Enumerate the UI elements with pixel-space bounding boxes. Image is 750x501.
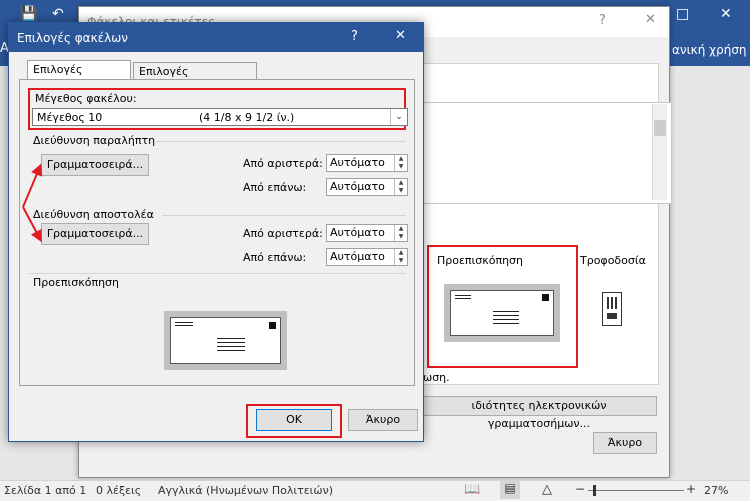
- zoom-in-icon[interactable]: +: [686, 482, 696, 496]
- status-bar: Σελίδα 1 από 1 0 λέξεις Αγγλικά (Ηνωμένω…: [0, 480, 750, 501]
- tab-panel: Μέγεθος φακέλου: Μέγεθος 10 (4 1/8 x 9 1…: [19, 79, 415, 386]
- sender-left-label: Από αριστερά:: [243, 227, 323, 240]
- recipient-top-value: Αυτόματο: [330, 180, 385, 193]
- status-words[interactable]: 0 λέξεις: [96, 484, 141, 497]
- envelope-options-dialog: Επιλογές φακέλων ? ✕ Επιλογές φακέλου Επ…: [8, 22, 424, 442]
- delivery-scrollbar[interactable]: [652, 104, 667, 200]
- feed-icon[interactable]: [602, 292, 622, 326]
- eproperties-button[interactable]: ιδιότητες ηλεκτρονικών γραμματοσήμων...: [421, 396, 657, 430]
- web-layout-icon[interactable]: △: [542, 482, 552, 497]
- back-feed-label: Τροφοδοσία: [580, 254, 646, 267]
- preview-separator-top: [28, 273, 406, 274]
- delivery-address-box[interactable]: [422, 102, 672, 204]
- save-icon[interactable]: 💾: [20, 6, 37, 22]
- back-close-icon[interactable]: ✕: [645, 12, 656, 27]
- sender-top-value: Αυτόματο: [330, 250, 385, 263]
- recipient-top-label: Από επάνω:: [243, 181, 307, 194]
- back-preview-frame[interactable]: [444, 284, 560, 342]
- recipient-font-button[interactable]: Γραμματοσειρά...: [41, 154, 149, 176]
- envelope-size-dims: (4 1/8 x 9 1/2 ίν.): [199, 111, 295, 124]
- sender-left-spinner[interactable]: Αυτόματο ▲ ▼: [326, 224, 408, 242]
- sender-heading: Διεύθυνση αποστολέα: [33, 208, 154, 221]
- ok-button[interactable]: OK: [256, 409, 332, 431]
- sender-font-button[interactable]: Γραμματοσειρά...: [41, 223, 149, 245]
- help-icon[interactable]: ?: [351, 29, 358, 44]
- sender-top-label: Από επάνω:: [243, 251, 307, 264]
- back-partial-text: ωση.: [423, 371, 450, 384]
- spinner-arrows-icon[interactable]: ▲ ▼: [394, 249, 407, 265]
- recipient-left-value: Αυτόματο: [330, 156, 385, 169]
- tab-envelope-options[interactable]: Επιλογές φακέλου: [27, 60, 131, 94]
- preview-heading: Προεπισκόπηση: [33, 276, 119, 289]
- back-preview-envelope: [450, 290, 554, 336]
- restore-window-icon[interactable]: □: [676, 6, 689, 22]
- preview-frame[interactable]: [164, 311, 287, 370]
- dialog-title: Επιλογές φακέλων: [17, 31, 128, 45]
- share-button[interactable]: ανική χρήση: [672, 43, 747, 57]
- back-help-icon[interactable]: ?: [599, 13, 606, 28]
- spinner-arrows-icon[interactable]: ▲ ▼: [394, 155, 407, 171]
- envelope-size-label: Μέγεθος φακέλου:: [35, 92, 137, 105]
- dialog-title-bar: Επιλογές φακέλων ? ✕: [9, 23, 423, 52]
- undo-icon[interactable]: ↶: [52, 6, 64, 22]
- tab-printing-options[interactable]: Επιλογές εκτύπωσης: [133, 62, 257, 96]
- envelope-size-value: Μέγεθος 10: [37, 111, 103, 124]
- sender-top-spinner[interactable]: Αυτόματο ▲ ▼: [326, 248, 408, 266]
- back-cancel-button[interactable]: Άκυρο: [593, 432, 657, 454]
- preview-envelope: [170, 317, 281, 364]
- close-window-icon[interactable]: ✕: [720, 6, 732, 22]
- sender-left-value: Αυτόματο: [330, 226, 385, 239]
- zoom-out-icon[interactable]: −: [575, 482, 585, 496]
- zoom-level[interactable]: 27%: [704, 484, 728, 497]
- status-page[interactable]: Σελίδα 1 από 1: [4, 484, 86, 497]
- status-language[interactable]: Αγγλικά (Ηνωμένων Πολιτειών): [158, 484, 333, 497]
- back-preview-label: Προεπισκόπηση: [437, 254, 523, 267]
- close-icon[interactable]: ✕: [395, 28, 406, 43]
- zoom-slider[interactable]: [588, 485, 684, 496]
- spinner-arrows-icon[interactable]: ▲ ▼: [394, 179, 407, 195]
- annotation-arrows: [22, 163, 43, 243]
- read-mode-icon[interactable]: 📖: [464, 482, 480, 497]
- print-layout-icon[interactable]: ▤: [500, 481, 520, 499]
- chevron-down-icon[interactable]: ⌄: [390, 109, 407, 125]
- recipient-separator: [156, 141, 406, 142]
- sender-separator: [162, 215, 406, 216]
- envelope-size-select[interactable]: Μέγεθος 10 (4 1/8 x 9 1/2 ίν.) ⌄: [32, 108, 408, 126]
- recipient-left-label: Από αριστερά:: [243, 157, 323, 170]
- recipient-left-spinner[interactable]: Αυτόματο ▲ ▼: [326, 154, 408, 172]
- spinner-arrows-icon[interactable]: ▲ ▼: [394, 225, 407, 241]
- recipient-heading: Διεύθυνση παραλήπτη: [33, 134, 156, 147]
- recipient-top-spinner[interactable]: Αυτόματο ▲ ▼: [326, 178, 408, 196]
- zoom-slider-thumb[interactable]: [593, 485, 596, 496]
- cancel-button[interactable]: Άκυρο: [348, 409, 418, 431]
